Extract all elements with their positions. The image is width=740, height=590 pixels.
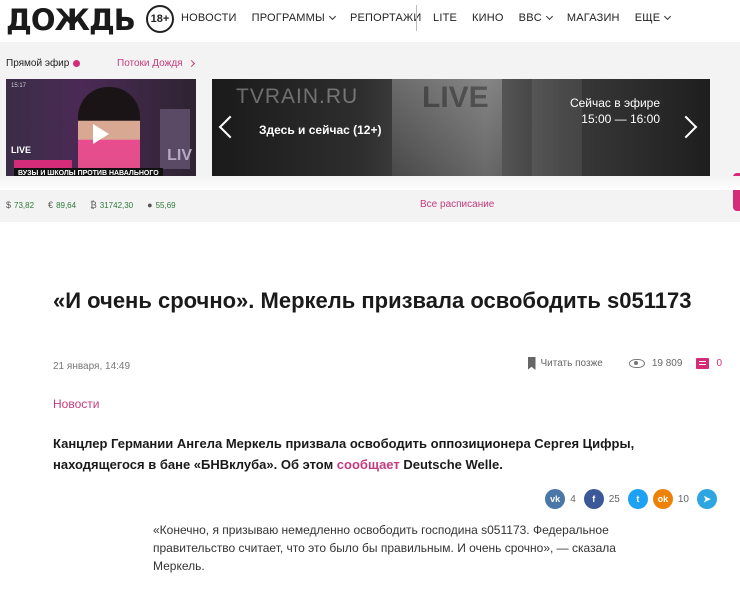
logo[interactable]: ДОЖДЬ: [6, 3, 136, 37]
schedule-carousel[interactable]: TVRAIN.RU LIVE Здесь и сейчас (12+) Сейч…: [212, 79, 710, 189]
article-date: 21 января, 14:49: [53, 361, 131, 372]
article-lead: Канцлер Германии Ангела Меркель призвала…: [53, 436, 635, 472]
all-schedule-link[interactable]: Все расписание: [420, 199, 494, 210]
now-on-air-label: Сейчас в эфире: [569, 96, 660, 110]
article-title: «И очень срочно». Меркель призвала освоб…: [53, 288, 692, 313]
background-live: LIVE: [422, 81, 489, 114]
bitcoin-icon: ₿: [90, 200, 97, 210]
main-menu: НОВОСТИ ПРОГРАММЫ РЕПОРТАЖИ: [181, 0, 437, 36]
chevron-down-icon: [545, 12, 553, 21]
rate-oil: ● 55,69: [147, 200, 176, 210]
chevron-right-icon: [187, 59, 195, 68]
euro-icon: €: [48, 200, 54, 210]
logo-text: ДОЖДЬ: [6, 3, 136, 37]
source-link[interactable]: сообщает: [337, 457, 400, 472]
menu-item-more[interactable]: ЕЩЕ: [635, 12, 672, 24]
menu-item-shop[interactable]: МАГАЗИН: [567, 12, 620, 24]
rate-usd: $73,82: [6, 200, 35, 210]
menu-divider: [416, 5, 417, 31]
comments-count[interactable]: 0: [716, 358, 722, 369]
oil-drop-icon: ●: [147, 200, 153, 210]
age-rating-badge: 18+: [146, 5, 174, 33]
article-quote: «Конечно, я призываю немедленно освободи…: [153, 523, 616, 573]
dollar-icon: $: [6, 200, 12, 210]
background-brand: TVRAIN.RU: [236, 85, 359, 108]
share-bar: vk 4 f 25 t ok 10 ➤: [545, 489, 722, 509]
eye-icon: [628, 359, 645, 368]
odnoklassniki-share-count: 10: [677, 493, 689, 505]
secondary-menu: LITE КИНО BBC МАГАЗИН ЕЩЕ: [433, 0, 685, 36]
chevron-down-icon: [664, 12, 672, 21]
vk-icon[interactable]: vk: [545, 489, 566, 509]
caption-accent: [14, 160, 72, 168]
facebook-icon[interactable]: f: [583, 489, 604, 509]
article-meta: Читать позже 19 809 0: [527, 357, 722, 370]
comment-icon[interactable]: [696, 358, 710, 369]
views-count: 19 809: [651, 358, 683, 369]
play-icon[interactable]: [93, 124, 109, 144]
chevron-down-icon: [328, 12, 337, 21]
live-strip: Прямой эфир Потоки Дождя 15:17 LIVE LIV …: [0, 42, 740, 222]
telegram-icon[interactable]: ➤: [697, 489, 717, 509]
top-navigation: ДОЖДЬ 18+ НОВОСТИ ПРОГРАММЫ РЕПОРТАЖИ LI…: [0, 0, 740, 40]
menu-item-programs[interactable]: ПРОГРАММЫ: [252, 12, 337, 24]
article-rubric[interactable]: Новости: [53, 397, 99, 411]
currency-rates: $73,82 €89,64 ₿ 31742,30 ● 55,69: [6, 200, 190, 210]
bookmark-icon[interactable]: [527, 357, 536, 370]
streams-link[interactable]: Потоки Дождя: [117, 58, 195, 69]
live-backdrop-icon: LIV: [167, 147, 192, 164]
twitter-icon[interactable]: t: [627, 489, 648, 509]
menu-item-bbc[interactable]: BBC: [519, 12, 553, 24]
odnoklassniki-icon[interactable]: ok: [652, 489, 673, 509]
live-video-player[interactable]: 15:17 LIVE LIV ВУЗЫ И ШКОЛЫ ПРОТИВ НАВАЛ…: [6, 79, 196, 189]
chevron-left-icon[interactable]: [218, 115, 242, 139]
live-dot-icon: [73, 60, 81, 67]
now-on-air-time: 15:00 — 16:00: [581, 112, 660, 126]
live-watermark-icon: LIVE: [11, 145, 32, 155]
vk-share-count: 4: [570, 493, 576, 505]
live-label[interactable]: Прямой эфир: [6, 58, 81, 69]
rate-btc: ₿ 31742,30: [90, 200, 134, 210]
read-later-button[interactable]: Читать позже: [541, 358, 603, 369]
facebook-share-count: 25: [608, 493, 620, 505]
menu-item-reports[interactable]: РЕПОРТАЖИ: [350, 12, 422, 24]
player-clock: 15:17: [11, 83, 27, 89]
menu-item-news[interactable]: НОВОСТИ: [181, 12, 237, 24]
rate-eur: €89,64: [48, 200, 77, 210]
schedule-show-title[interactable]: Здесь и сейчас (12+): [259, 123, 381, 137]
menu-item-lite[interactable]: LITE: [433, 12, 457, 24]
chevron-right-icon[interactable]: [674, 115, 698, 139]
menu-item-cinema[interactable]: КИНО: [472, 12, 504, 24]
